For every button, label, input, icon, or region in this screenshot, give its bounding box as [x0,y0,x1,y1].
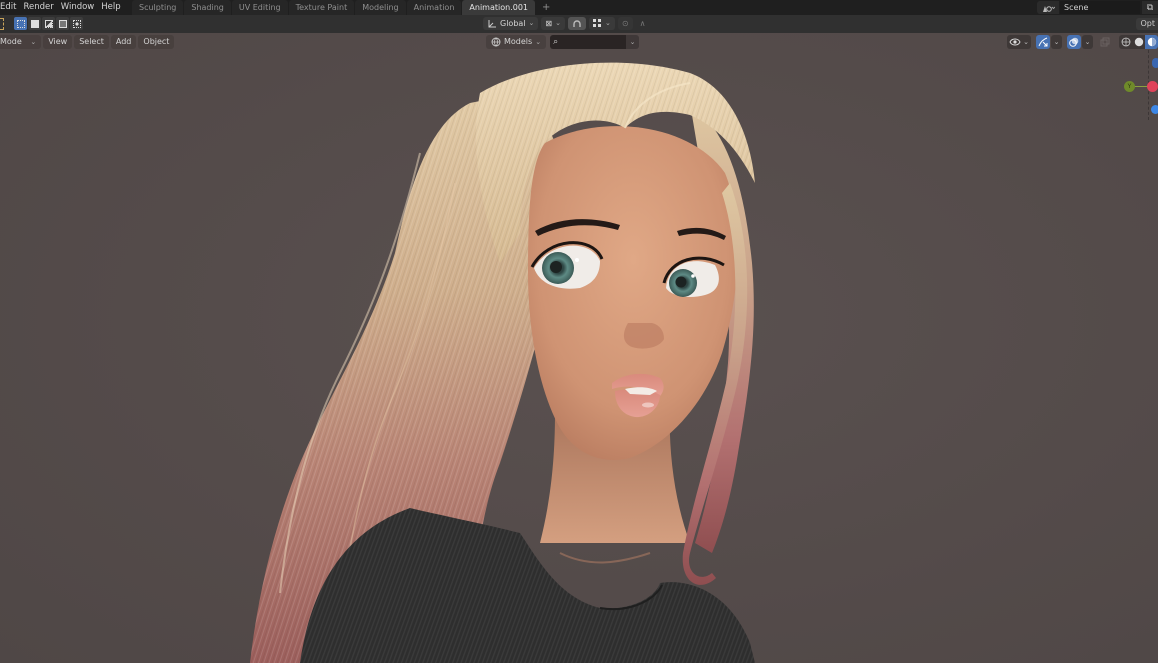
select-subtract-icon[interactable] [42,17,55,30]
transform-controls: Global ⌄ ⊠ ⌄ ⌄ ⊙ ∧ [483,17,652,30]
chevron-down-icon: ⌄ [1023,38,1029,46]
shading-solid[interactable] [1132,35,1145,49]
material-preview-icon [1147,37,1156,47]
menu-add[interactable]: Add [110,35,137,49]
menu-help[interactable]: Help [101,0,120,15]
shading-material-preview[interactable] [1145,35,1158,49]
viewport-display-tools: ⌄ ⌄ ⌄ [1007,35,1158,49]
eye-icon [1009,38,1021,46]
overlay-options-dropdown[interactable]: ⌄ [1082,35,1093,49]
menu-edit[interactable]: Edit [0,0,16,15]
search-options-dropdown[interactable]: ⌄ [626,35,640,49]
nose [623,323,664,349]
globe-icon [491,37,501,47]
xray-icon [1100,37,1110,47]
tab-uv-editing[interactable]: UV Editing [231,0,288,15]
main-menu: Edit Render Window Help [0,0,128,15]
collection-filter: Models ⌄ ⌕ ⌄ [486,35,640,49]
gizmo-z-top-axis[interactable] [1152,58,1158,68]
pivot-point-dropdown[interactable]: ⊠ ⌄ [541,17,565,30]
navigation-gizmo[interactable]: Y [1118,50,1158,120]
snap-grid-icon [592,19,601,27]
visibility-dropdown[interactable]: ⌄ [1007,35,1031,49]
search-input[interactable]: ⌕ [550,35,627,49]
rendered-character [250,62,755,663]
transform-orientation-label: Global [500,19,526,28]
menu-window[interactable]: Window [61,0,95,15]
tab-modeling[interactable]: Modeling [355,0,406,15]
select-invert-icon[interactable] [56,17,69,30]
chevron-down-icon: ⌄ [30,38,37,46]
magnet-icon [573,19,581,27]
tab-animation[interactable]: Animation [406,0,462,15]
viewport-header: Mode ⌄ View Select Add Object Models ⌄ ⌕… [0,33,1158,51]
options-button[interactable]: Opt [1136,18,1158,30]
select-intersect-icon[interactable] [70,17,83,30]
shirt [300,508,755,663]
tab-texture-paint[interactable]: Texture Paint [288,0,355,15]
overlay-toggle[interactable] [1067,35,1081,49]
shading-wireframe[interactable] [1119,35,1132,49]
menu-view[interactable]: View [43,35,73,49]
proportional-icon: ⊙ [621,19,629,28]
top-bar: Edit Render Window Help Sculpting Shadin… [0,0,1158,15]
chevron-down-icon: ⌄ [604,19,611,27]
snap-toggle[interactable] [567,17,586,30]
blender-window: Edit Render Window Help Sculpting Shadin… [0,0,1158,663]
tool-settings-header: Global ⌄ ⊠ ⌄ ⌄ ⊙ ∧ Opt [0,15,1158,33]
tab-shading[interactable]: Shading [184,0,231,15]
menu-select[interactable]: Select [74,35,109,49]
overlay-icon [1069,37,1079,47]
collarbone-shade [559,552,651,564]
tab-sculpting[interactable]: Sculpting [132,0,184,15]
menu-object[interactable]: Object [138,35,175,49]
scene-name-field[interactable]: Scene [1060,1,1140,14]
tool-region-handle[interactable] [0,18,4,30]
falloff-dropdown[interactable]: ∧ [636,17,650,30]
falloff-icon: ∧ [639,19,646,28]
gizmo-toggle[interactable] [1036,35,1050,49]
wireframe-icon [1121,37,1130,47]
gizmo-y-axis[interactable]: Y [1124,81,1135,92]
mode-dropdown[interactable]: Mode ⌄ [0,35,42,49]
pivot-icon: ⊠ [545,19,553,28]
chevron-down-icon: ⌄ [528,19,535,27]
tab-animation-001[interactable]: Animation.001 [462,0,536,15]
new-scene-icon[interactable]: ⧉ [1142,1,1158,14]
menu-render[interactable]: Render [23,0,53,15]
scene-icon[interactable] [1037,1,1059,14]
gizmo-x-axis[interactable] [1147,81,1158,92]
snap-target-dropdown[interactable]: ⌄ [588,17,615,30]
add-workspace-button[interactable]: + [536,0,556,15]
select-extend-icon[interactable] [28,17,41,30]
gizmo-z-axis[interactable] [1151,105,1158,114]
proportional-edit-toggle[interactable]: ⊙ [617,17,633,30]
search-icon: ⌕ [553,37,559,47]
selection-mode-group [14,17,84,30]
chevron-down-icon: ⌄ [535,38,542,46]
shading-mode-group [1119,35,1158,49]
mode-label: Mode [0,37,22,46]
select-new-icon[interactable] [14,17,27,30]
gizmo-options-dropdown[interactable]: ⌄ [1051,35,1062,49]
filter-dropdown[interactable]: Models ⌄ [486,35,547,49]
3d-viewport[interactable] [0,33,1158,663]
gizmo-icon [1038,37,1048,47]
filter-label: Models [504,37,533,46]
xray-toggle[interactable] [1098,35,1112,49]
orientation-icon [488,19,496,27]
solid-sphere-icon [1134,37,1143,47]
transform-orientation-dropdown[interactable]: Global ⌄ [483,17,539,30]
workspace-tabs: Sculpting Shading UV Editing Texture Pai… [132,0,556,15]
chevron-down-icon: ⌄ [555,19,561,27]
scene-selector: Scene ⧉ [1037,0,1158,15]
